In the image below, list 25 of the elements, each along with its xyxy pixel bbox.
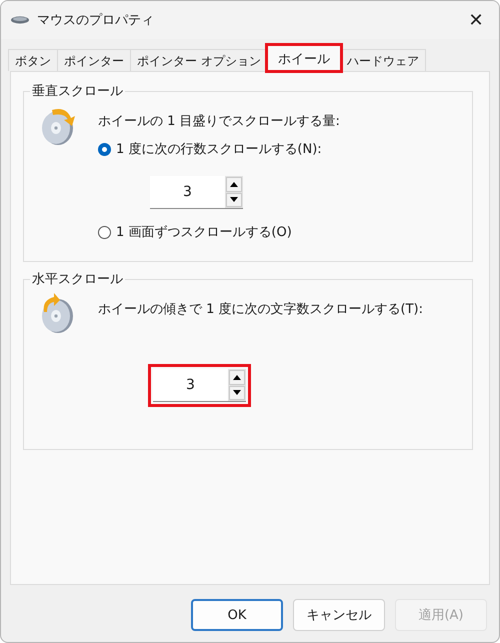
dialog-button[interactable]: キャンセル	[293, 599, 385, 631]
mouse-icon	[11, 16, 29, 24]
number-spinner[interactable]: 3	[150, 176, 243, 209]
down-arrow-icon	[230, 197, 238, 202]
prompt-text: ホイールの傾きで 1 度に次の文字数スクロールする(T):	[98, 301, 423, 318]
prompt-text: ホイールの 1 目盛りでスクロールする量:	[98, 113, 340, 130]
radio-option[interactable]: 1 画面ずつスクロールする(O)	[98, 223, 340, 241]
down-arrow-icon	[233, 390, 241, 396]
group-title: 水平スクロール	[31, 271, 124, 288]
number-spinner[interactable]: 3	[153, 369, 246, 402]
up-arrow-button[interactable]	[229, 370, 245, 384]
up-arrow-button[interactable]	[226, 177, 242, 192]
tab[interactable]: ボタン	[8, 49, 58, 71]
dialog-button[interactable]: OK	[191, 599, 283, 631]
group-title: 垂直スクロール	[31, 83, 124, 100]
tab[interactable]: ホイール	[266, 45, 341, 71]
radio-option[interactable]: 1 度に次の行数スクロールする(N):	[98, 140, 340, 158]
close-button[interactable]: ✕	[453, 1, 499, 39]
down-arrow-button[interactable]	[229, 386, 245, 400]
radio-button[interactable]	[98, 142, 111, 156]
up-arrow-icon	[230, 182, 238, 187]
down-arrow-button[interactable]	[226, 192, 242, 207]
window-title: マウスのプロパティ	[37, 12, 155, 29]
radio-button[interactable]	[98, 226, 111, 238]
up-arrow-icon	[233, 374, 241, 380]
